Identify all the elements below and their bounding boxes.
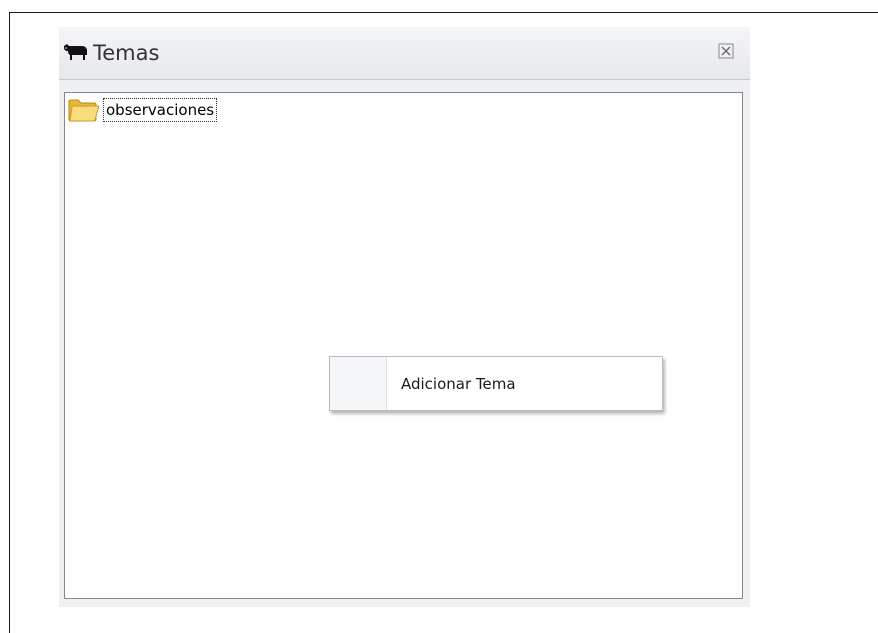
screenshot-frame: Temas observaciones Adicionar Tema <box>9 12 878 633</box>
menu-icon-gutter <box>330 357 387 410</box>
topics-tree[interactable]: observaciones Adicionar Tema <box>64 92 743 599</box>
panel-title: Temas <box>93 41 160 65</box>
tree-node-observaciones[interactable]: observaciones <box>67 96 218 124</box>
cow-icon <box>64 44 87 60</box>
tree-node-label[interactable]: observaciones <box>103 98 218 122</box>
temas-panel: Temas observaciones Adicionar Tema <box>59 27 750 607</box>
context-menu: Adicionar Tema <box>329 356 663 411</box>
close-icon[interactable] <box>716 41 736 61</box>
menu-item-adicionar-tema[interactable]: Adicionar Tema <box>387 357 662 410</box>
menu-item-label: Adicionar Tema <box>401 374 516 393</box>
panel-titlebar: Temas <box>59 27 750 80</box>
folder-icon <box>68 99 100 122</box>
